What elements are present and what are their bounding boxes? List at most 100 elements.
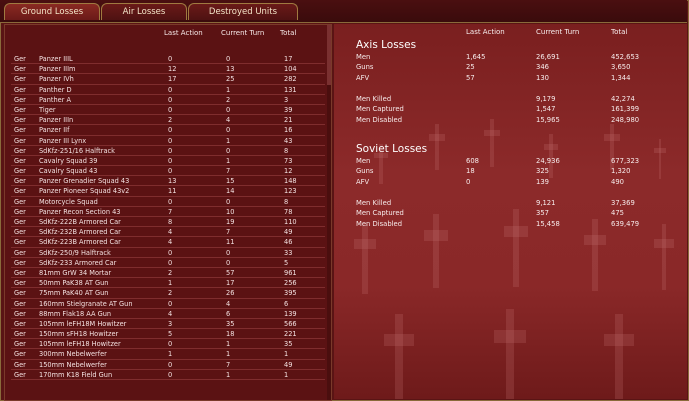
axis-loss-stat-current-turn: 346	[536, 63, 549, 72]
row-nationality: Ger	[14, 187, 26, 196]
row-total: 21	[284, 116, 293, 125]
row-total: 3	[284, 95, 289, 104]
row-unit-name: Panzer IIIm	[39, 65, 76, 74]
table-row[interactable]: Ger SdKfz-250/9 Halftrack 0 0 33	[5, 248, 325, 258]
axis-loss-stat-last-action: 25	[466, 63, 475, 72]
tab-destroyed-units[interactable]: Destroyed Units	[188, 3, 298, 20]
table-row[interactable]: Ger 88mm Flak18 AA Gun 4 6 139	[5, 309, 325, 320]
row-unit-name: Panzer Grenadier Squad 43	[39, 177, 130, 186]
row-current-turn: 1	[226, 156, 231, 165]
table-scrollbar[interactable]	[327, 25, 331, 400]
row-nationality: Ger	[14, 258, 26, 267]
table-row[interactable]: Ger Panther D 0 1 131	[5, 85, 325, 95]
table-row[interactable]: Ger 160mm Stielgranate AT Gun 0 4 6	[5, 299, 325, 309]
row-total: 39	[284, 105, 293, 114]
table-row[interactable]: Ger Cavalry Squad 43 0 7 12	[5, 166, 325, 177]
row-current-turn: 1	[226, 136, 231, 145]
row-last-action: 1	[168, 279, 173, 288]
row-last-action: 17	[168, 75, 177, 84]
axis-loss-stat-last-action: 1,645	[466, 53, 486, 61]
table-row[interactable]: Ger 105mm leFH18M Howitzer 3 35 566	[5, 319, 325, 330]
row-current-turn: 14	[226, 187, 235, 196]
table-row[interactable]: Ger Panzer Grenadier Squad 43 13 15 148	[5, 176, 325, 187]
row-unit-name: 150mm sFH18 Howitzer	[39, 330, 119, 339]
table-row[interactable]: Ger Cavalry Squad 39 0 1 73	[5, 156, 325, 167]
row-nationality: Ger	[14, 289, 26, 298]
table-row[interactable]: Ger 150mm sFH18 Howitzer 5 18 221	[5, 329, 325, 340]
row-unit-name: 105mm leFH18M Howitzer	[39, 319, 127, 328]
grave-cross-decoration	[549, 134, 553, 178]
table-row[interactable]: Ger 81mm GrW 34 Mortar 2 57 961	[5, 268, 325, 279]
table-row[interactable]: Ger Panzer Recon Section 43 7 10 78	[5, 207, 325, 218]
row-unit-name: Panzer IVh	[39, 75, 74, 84]
row-unit-name: 88mm Flak18 AA Gun	[39, 309, 112, 318]
table-row[interactable]: Ger Panzer IIf 0 0 16	[5, 125, 325, 136]
row-nationality: Ger	[14, 55, 26, 63]
row-total: 16	[284, 126, 293, 135]
row-current-turn: 1	[226, 340, 231, 349]
grave-cross-decoration	[362, 224, 368, 294]
row-last-action: 7	[168, 207, 173, 216]
row-nationality: Ger	[14, 167, 26, 176]
table-row[interactable]: Ger Panzer IIIn 2 4 21	[5, 115, 325, 126]
soviet-casualty-stat-label: Men Killed	[356, 199, 392, 207]
row-unit-name: 300mm Nebelwerfer	[39, 350, 107, 359]
row-total: 221	[284, 330, 297, 339]
axis-loss-stat-label: Guns	[356, 63, 374, 72]
row-unit-name: SdKfz-223B Armored Car	[39, 238, 121, 247]
table-row[interactable]: Ger Motorcycle Squad 0 0 8	[5, 197, 325, 208]
row-current-turn: 25	[226, 75, 235, 84]
row-last-action: 3	[168, 319, 173, 328]
table-row[interactable]: Ger Panzer Pioneer Squad 43v2 11 14 123	[5, 186, 325, 197]
table-row[interactable]: Ger Panzer IVh 17 25 282	[5, 74, 325, 85]
table-row[interactable]: Ger 150mm Nebelwerfer 0 7 49	[5, 360, 325, 371]
row-nationality: Ger	[14, 156, 26, 165]
row-current-turn: 6	[226, 309, 231, 318]
row-unit-name: Panzer III Lynx	[39, 136, 87, 145]
row-total: 46	[284, 238, 293, 247]
row-total: 566	[284, 319, 297, 328]
tab-air-losses[interactable]: Air Losses	[101, 3, 187, 20]
table-row[interactable]: Ger 300mm Nebelwerfer 1 1 1	[5, 349, 325, 360]
row-total: 73	[284, 156, 293, 165]
header-total: Total	[280, 29, 297, 37]
row-current-turn: 57	[226, 268, 235, 277]
row-current-turn: 1	[226, 370, 231, 379]
row-total: 123	[284, 187, 297, 196]
table-row[interactable]: Ger Tiger 0 0 39	[5, 105, 325, 116]
row-current-turn: 4	[226, 116, 231, 125]
row-last-action: 5	[168, 330, 173, 339]
table-row[interactable]: Ger 50mm PaK38 AT Gun 1 17 256	[5, 278, 325, 289]
axis-loss-stat-label: AFV	[356, 73, 370, 82]
row-current-turn: 0	[226, 258, 231, 267]
soviet-loss-stat-total: 677,323	[611, 157, 640, 165]
row-nationality: Ger	[14, 268, 26, 277]
row-nationality: Ger	[14, 248, 26, 257]
tab-ground-losses[interactable]: Ground Losses	[4, 3, 100, 20]
row-nationality: Ger	[14, 126, 26, 135]
table-row[interactable]: Ger Panzer IIIm 12 13 104	[5, 64, 325, 75]
row-current-turn: 0	[226, 146, 231, 155]
row-total: 395	[284, 289, 297, 298]
table-row[interactable]: Ger 170mm K18 Field Gun 0 1 1	[5, 370, 325, 381]
table-row[interactable]: Ger SdKfz-233 Armored Car 0 0 5	[5, 258, 325, 269]
row-nationality: Ger	[14, 116, 26, 125]
table-row[interactable]: Ger SdKfz-222B Armored Car 8 19 110	[5, 217, 325, 228]
table-row[interactable]: Ger SdKfz-223B Armored Car 4 11 46	[5, 237, 325, 248]
table-row[interactable]: Ger 105mm leFH18 Howitzer 0 1 35	[5, 339, 325, 350]
header-current-turn: Current Turn	[221, 29, 265, 37]
table-row[interactable]: Ger Panzer IIIL 0 0 17	[5, 54, 325, 65]
soviet-loss-stat-label: AFV	[356, 177, 370, 186]
table-row[interactable]: Ger SdKfz-232B Armored Car 4 7 49	[5, 227, 325, 238]
row-nationality: Ger	[14, 319, 26, 328]
grave-cross-decoration	[433, 214, 439, 288]
scrollbar-thumb[interactable]	[327, 25, 331, 85]
row-unit-name: SdKfz-233 Armored Car	[39, 258, 117, 267]
row-total: 78	[284, 207, 293, 216]
table-row[interactable]: Ger SdKfz-251/16 Halftrack 0 0 8	[5, 146, 325, 157]
table-row[interactable]: Ger 75mm PaK40 AT Gun 2 26 395	[5, 288, 325, 299]
table-row[interactable]: Ger Panzer III Lynx 0 1 43	[5, 136, 325, 146]
soviet-loss-stat-current-turn: 24,936	[536, 157, 560, 165]
table-row[interactable]: Ger Panther A 0 2 3	[5, 95, 325, 106]
row-current-turn: 7	[226, 228, 231, 237]
